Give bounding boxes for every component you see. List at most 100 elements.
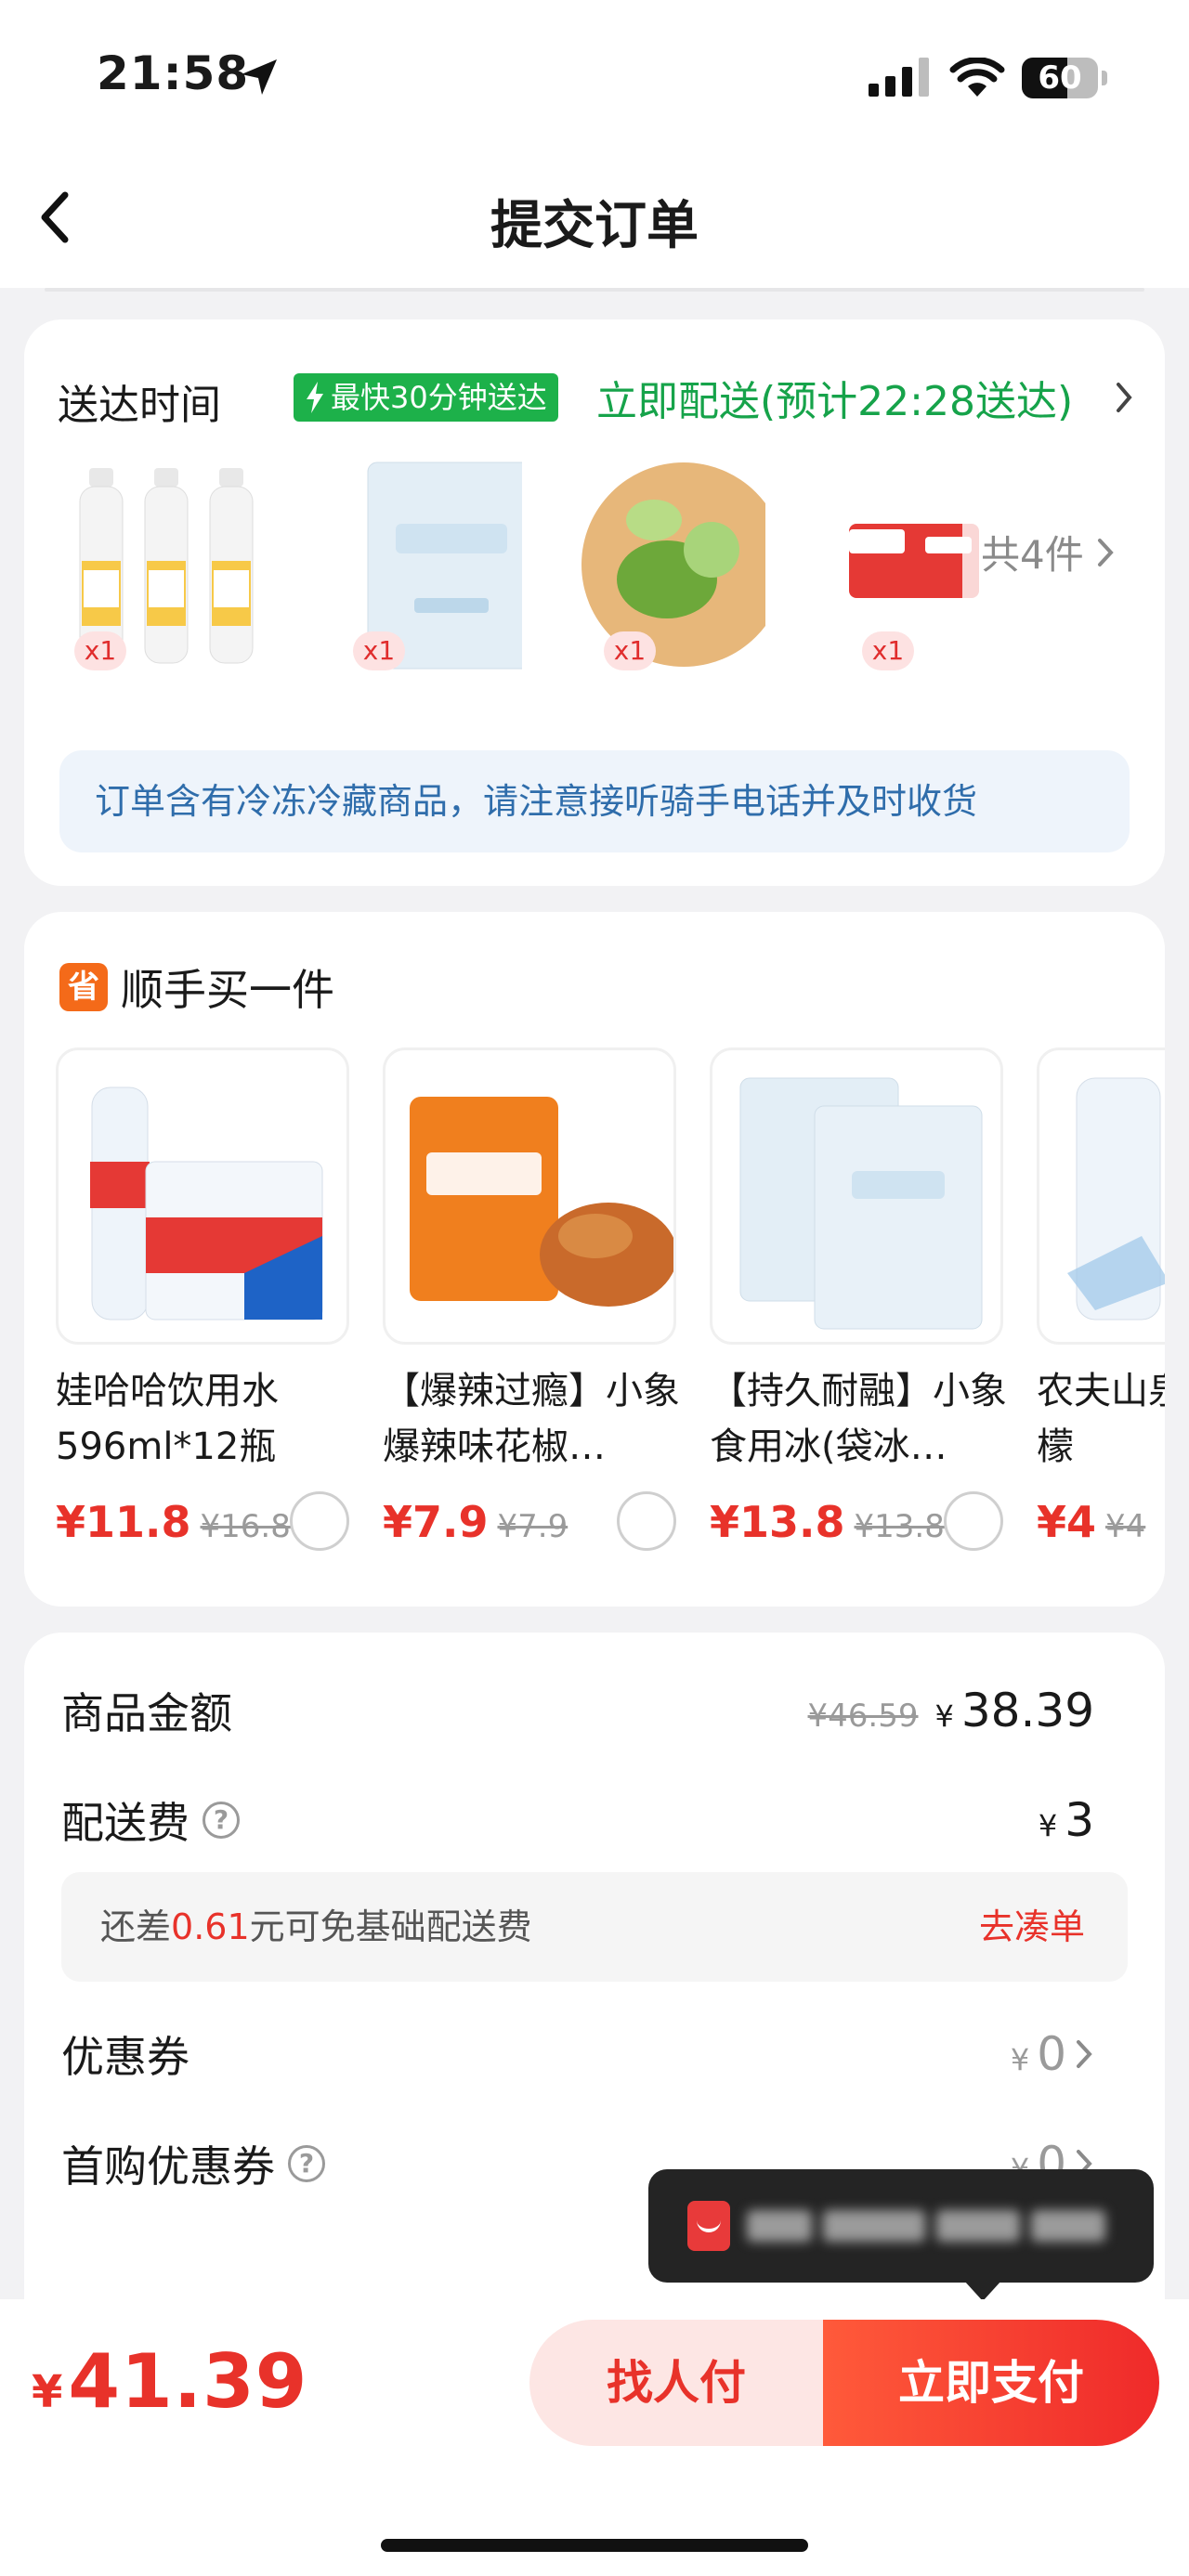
- goods-original-amount: ¥46.59: [807, 1698, 919, 1735]
- addon-header: 省 顺手买一件: [59, 956, 334, 1018]
- addon-product-card[interactable]: 【持久耐融】小象食用冰(袋冰… ¥13.8 ¥13.8: [710, 1047, 1007, 1568]
- original-price: ¥4: [1105, 1508, 1146, 1545]
- free-shipping-hint: 还差0.61元可免基础配送费 去凑单: [61, 1872, 1128, 1982]
- product-name: 农夫山泉…00柠檬: [1037, 1370, 1165, 1468]
- red-packet-tooltip[interactable]: [648, 2169, 1154, 2283]
- nav-divider: [45, 288, 1144, 292]
- goods-amount-row: 商品金额 ¥46.59 ¥ 38.39: [61, 1673, 1128, 1748]
- product-price: ¥11.8 ¥16.8: [56, 1497, 291, 1547]
- ice-bags-image: [739, 1077, 983, 1330]
- home-indicator: [381, 2539, 808, 2552]
- chevron-right-icon: [1077, 2040, 1092, 2068]
- goods-amount-value: ¥46.59 ¥ 38.39: [808, 1684, 1094, 1737]
- addon-title: 顺手买一件: [121, 965, 334, 1015]
- lemon-water-image: [1067, 1077, 1165, 1321]
- currency-symbol: ¥: [1038, 1808, 1058, 1843]
- save-badge-icon: 省: [59, 963, 108, 1011]
- product-thumb-bottles: x1: [74, 459, 284, 672]
- status-bar: 21:58 60: [0, 0, 1189, 149]
- chevron-right-icon[interactable]: [1113, 381, 1135, 414]
- select-radio[interactable]: [944, 1491, 1003, 1551]
- select-radio[interactable]: [617, 1491, 676, 1551]
- ice-bag-image: [367, 462, 542, 670]
- current-price: ¥13.8: [710, 1497, 845, 1547]
- free-shipping-prefix: 还差: [100, 1906, 172, 1947]
- lime-image: [581, 462, 786, 667]
- shipping-fee-label-group: 配送费 ?: [61, 1789, 240, 1851]
- product-price: ¥13.8 ¥13.8: [710, 1497, 945, 1547]
- product-name: 娃哈哈饮用水596ml*12瓶: [56, 1370, 279, 1468]
- total-price: ¥ 41.39: [32, 2338, 307, 2425]
- tooltip-arrow: [964, 2281, 1001, 2301]
- red-packet-icon: [687, 2201, 730, 2251]
- product-thumb-ice: x1: [312, 459, 542, 672]
- battery-icon: 60: [1022, 58, 1107, 98]
- quantity-badge: x1: [353, 631, 405, 670]
- goods-amount-label: 商品金额: [61, 1688, 232, 1738]
- product-image: [383, 1047, 676, 1345]
- product-price: ¥7.9 ¥7.9: [383, 1497, 568, 1547]
- shipping-fee-row: 配送费 ? ¥ 3: [61, 1783, 1128, 1857]
- signal-icon: [869, 56, 929, 97]
- item-count-text: 共4件: [981, 532, 1084, 578]
- addon-card: 省 顺手买一件 娃哈哈饮用水596ml*12瓶 ¥11.8 ¥16.8 【爆辣过…: [24, 912, 1165, 1607]
- coupon-label: 优惠券: [61, 2032, 189, 2082]
- help-icon[interactable]: ?: [203, 1802, 240, 1839]
- shipping-fee: 3: [1065, 1793, 1094, 1847]
- page-title: 提交订单: [490, 196, 699, 256]
- currency-symbol: ¥: [934, 1698, 954, 1734]
- shipping-fee-label: 配送费: [61, 1798, 189, 1848]
- water-bottles-image: [90, 1086, 323, 1321]
- item-count-link[interactable]: 共4件: [981, 524, 1116, 580]
- quantity-badge: x1: [604, 631, 656, 670]
- select-radio[interactable]: [290, 1491, 349, 1551]
- help-icon[interactable]: ?: [288, 2145, 325, 2182]
- original-price: ¥13.8: [854, 1508, 945, 1545]
- delivery-product-strip[interactable]: x1 x1 x1 x1 共4件: [24, 459, 1165, 691]
- add-items-button[interactable]: 去凑单: [979, 1872, 1085, 1982]
- addon-product-row[interactable]: 娃哈哈饮用水596ml*12瓶 ¥11.8 ¥16.8 【爆辣过瘾】小象爆辣味花…: [56, 1047, 1165, 1568]
- addon-product-card[interactable]: 娃哈哈饮用水596ml*12瓶 ¥11.8 ¥16.8: [56, 1047, 353, 1568]
- delivery-time-label: 送达时间: [58, 382, 221, 429]
- bottom-checkout-bar: ¥ 41.39 找人付 立即支付: [0, 2299, 1189, 2576]
- currency-symbol: ¥: [32, 2366, 63, 2418]
- free-shipping-suffix: 元可免基础配送费: [249, 1906, 532, 1947]
- product-image: [710, 1047, 1003, 1345]
- payment-button-group: 找人付 立即支付: [529, 2320, 1159, 2446]
- wifi-icon: [949, 58, 1005, 97]
- current-price: ¥7.9: [383, 1497, 489, 1547]
- cold-chain-notice: 订单含有冷冻冷藏商品，请注意接听骑手电话并及时收货: [59, 750, 1130, 852]
- product-image: [56, 1047, 349, 1345]
- quantity-badge: x1: [74, 631, 126, 670]
- product-image: [1037, 1047, 1165, 1345]
- tooltip-blurred-text: [747, 2201, 1126, 2251]
- pay-now-button[interactable]: 立即支付: [823, 2320, 1159, 2446]
- first-coupon-label: 首购优惠券: [61, 2141, 275, 2192]
- goods-amount: 38.39: [960, 1684, 1094, 1737]
- addon-product-card[interactable]: 农夫山泉…00柠檬 ¥4 ¥4: [1037, 1047, 1165, 1568]
- nav-bar: 提交订单: [0, 149, 1189, 288]
- original-price: ¥16.8: [200, 1508, 291, 1545]
- coupon-amount: 0: [1037, 2027, 1066, 2081]
- coupon-row[interactable]: 优惠券 ¥ 0: [61, 2017, 1128, 2091]
- coupon-value: ¥ 0: [1011, 2027, 1094, 2081]
- spicy-snack-image: [410, 1097, 673, 1307]
- shipping-fee-value: ¥ 3: [1039, 1793, 1094, 1847]
- product-name: 【持久耐融】小象食用冰(袋冰…: [710, 1370, 1007, 1468]
- status-time: 21:58: [97, 46, 250, 100]
- location-arrow-icon: [242, 59, 277, 95]
- delivery-time-value[interactable]: 立即配送(预计22:28送达): [596, 368, 1073, 427]
- currency-symbol: ¥: [1010, 2042, 1030, 2077]
- fast-delivery-badge: 最快30分钟送达: [294, 373, 558, 422]
- chevron-right-icon: [1097, 538, 1114, 566]
- fast-delivery-text: 最快30分钟送达: [331, 380, 547, 415]
- addon-product-card[interactable]: 【爆辣过瘾】小象爆辣味花椒… ¥7.9 ¥7.9: [383, 1047, 680, 1568]
- lightning-icon: [307, 382, 323, 413]
- ask-friend-pay-button[interactable]: 找人付: [529, 2320, 823, 2446]
- battery-level: 60: [1038, 59, 1082, 97]
- first-coupon-label-group: 首购优惠券 ?: [61, 2133, 325, 2194]
- current-price: ¥4: [1037, 1497, 1097, 1547]
- current-price: ¥11.8: [56, 1497, 191, 1547]
- product-thumb-lime: x1: [555, 459, 786, 672]
- total-amount: 41.39: [68, 2338, 308, 2425]
